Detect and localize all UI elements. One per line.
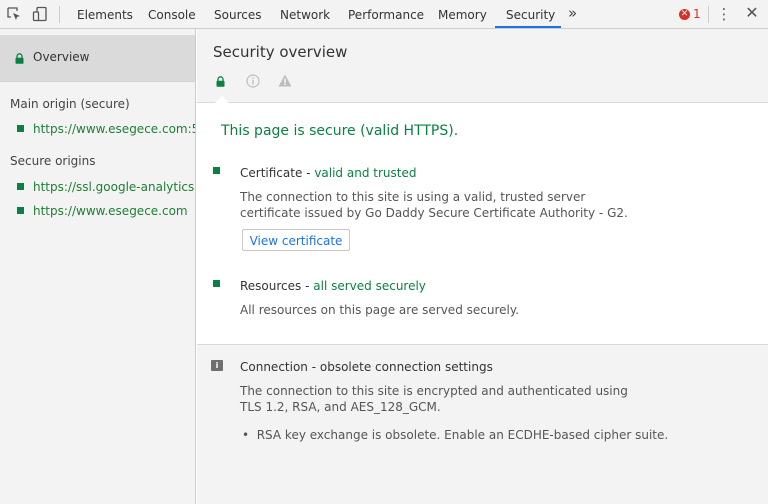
tab-elements[interactable]: Elements [77, 0, 133, 28]
lock-icon [216, 76, 225, 90]
connection-description: The connection to this site is encrypted… [240, 384, 628, 414]
error-icon[interactable]: ✕ [679, 9, 690, 20]
sidebar-item-secure-origin[interactable]: https://www.esegece.com [17, 204, 188, 218]
tab-memory[interactable]: Memory [438, 0, 487, 28]
info-icon [246, 74, 260, 91]
tab-network[interactable]: Network [280, 0, 330, 28]
resources-section-title: Resources - all served securely [240, 279, 426, 293]
overview-header: Security overview [197, 29, 768, 104]
inspect-element-icon[interactable] [6, 6, 22, 22]
active-tab-indicator [495, 26, 561, 28]
origin-url: https://ssl.google-analytics.com [33, 180, 195, 194]
toolbar-divider [59, 6, 60, 23]
tab-performance[interactable]: Performance [348, 0, 424, 28]
more-tabs-button[interactable]: » [568, 4, 577, 22]
page-title: Security overview [213, 43, 348, 61]
connection-section: i Connection - obsolete connection setti… [197, 344, 768, 504]
secure-marker-icon [17, 125, 24, 132]
kebab-menu-icon[interactable]: ⋮ [716, 5, 732, 23]
origin-url: https://www.esegece.com:5415 [33, 122, 195, 136]
tab-console[interactable]: Console [148, 0, 196, 28]
devtools-toolbar: Elements Console Sources Network Perform… [0, 0, 768, 29]
resources-status: all served securely [313, 279, 426, 293]
resources-description: All resources on this page are served se… [240, 303, 520, 317]
origin-url: https://www.esegece.com [33, 204, 188, 218]
tab-security[interactable]: Security [506, 0, 555, 28]
lock-icon [15, 53, 24, 67]
secure-marker-icon [213, 167, 220, 174]
connection-section-title: Connection - obsolete connection setting… [240, 360, 493, 374]
sidebar-item-main-origin[interactable]: https://www.esegece.com:5415 [17, 122, 195, 136]
info-icon: i [211, 360, 223, 371]
device-toolbar-icon[interactable] [32, 6, 48, 22]
main-origin-heading: Main origin (secure) [10, 97, 130, 111]
connection-recommendation: • RSA key exchange is obsolete. Enable a… [242, 428, 669, 442]
close-icon[interactable]: ✕ [743, 4, 761, 22]
tab-sources[interactable]: Sources [214, 0, 261, 28]
certificate-description: The connection to this site is using a v… [240, 190, 628, 220]
sidebar-item-label: Overview [33, 50, 90, 64]
security-overview-panel: Security overview This page is secure (v… [197, 29, 768, 504]
secure-marker-icon [17, 207, 24, 214]
secure-marker-icon [17, 183, 24, 190]
certificate-status: valid and trusted [314, 166, 417, 180]
sidebar-item-overview[interactable]: Overview [0, 35, 195, 81]
sidebar-divider [0, 81, 195, 82]
selected-indicator-notch [214, 96, 230, 104]
security-sidebar: Overview Main origin (secure) https://ww… [0, 29, 196, 504]
view-certificate-button[interactable]: View certificate [242, 229, 350, 251]
warning-icon [278, 74, 292, 90]
certificate-section-title: Certificate - valid and trusted [240, 166, 417, 180]
sidebar-item-secure-origin[interactable]: https://ssl.google-analytics.com [17, 180, 195, 194]
secure-origins-heading: Secure origins [10, 154, 96, 168]
error-count[interactable]: 1 [693, 7, 701, 21]
secure-marker-icon [213, 280, 220, 287]
toolbar-divider [708, 6, 709, 23]
security-summary: This page is secure (valid HTTPS). [221, 123, 459, 139]
